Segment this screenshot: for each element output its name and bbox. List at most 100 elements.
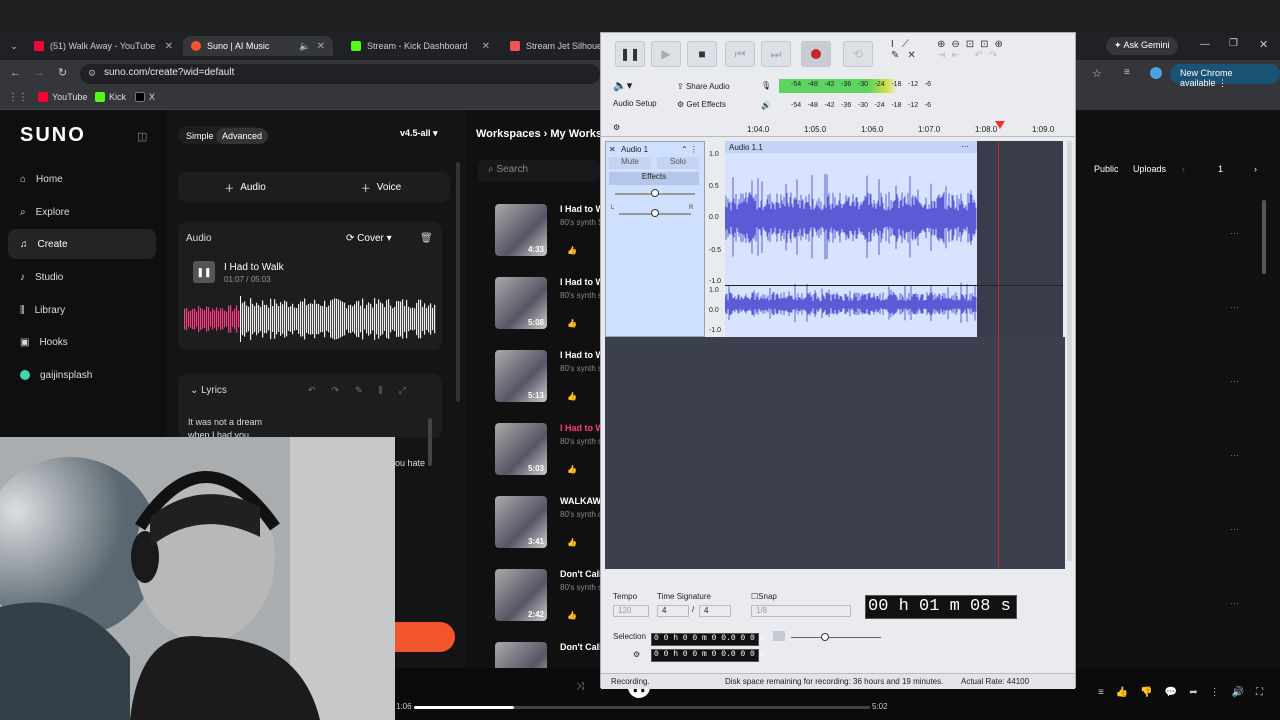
shuffle-icon[interactable]: ⤨ (576, 681, 584, 692)
pan-slider[interactable] (619, 209, 691, 217)
close-icon[interactable]: ✕ (482, 41, 490, 52)
song-title[interactable]: WALKAW (560, 496, 600, 506)
tab-youtube[interactable]: (51) Walk Away - YouTube ✕ (26, 36, 181, 56)
track-close-icon[interactable]: ✕ (609, 145, 616, 154)
address-bar[interactable]: suno.com/create?wid=default (80, 64, 600, 84)
create-scrollbar[interactable] (456, 162, 460, 402)
song-cover[interactable]: 2:42 (495, 569, 547, 621)
reading-list-icon[interactable]: ≡ (1124, 67, 1130, 78)
progress-track[interactable] (414, 706, 870, 709)
play-speed-slider[interactable] (791, 633, 881, 641)
speaker-icon[interactable]: 🔈 (299, 41, 310, 52)
get-effects-button[interactable]: ⚙ Get Effects (677, 100, 726, 109)
time-display[interactable]: 00 h 01 m 08 s (865, 595, 1017, 619)
snap-select[interactable]: 1/8 (751, 605, 851, 617)
track-name[interactable]: Audio 1 (621, 145, 648, 154)
tab-kick[interactable]: Stream - Kick Dashboard ✕ (343, 36, 498, 56)
page-number[interactable]: 1 (1218, 164, 1223, 174)
selection-settings-icon[interactable]: ⚙ (633, 650, 640, 659)
play-button[interactable]: ▶ (651, 41, 681, 67)
skip-end-button[interactable]: ⏭ (761, 41, 791, 67)
create-button[interactable] (395, 622, 455, 652)
prev-page-icon[interactable]: ‹ (1182, 164, 1185, 174)
like-icon[interactable]: 👍 (567, 319, 577, 328)
share-audio-button[interactable]: ⇪ Share Audio (677, 82, 730, 91)
mute-button[interactable]: Mute (609, 157, 651, 169)
model-select[interactable]: v4.5-all ▾ (400, 128, 438, 139)
close-window-icon[interactable]: ✕ (1259, 38, 1268, 51)
apps-icon[interactable]: ⋮⋮ (8, 92, 28, 103)
ask-gemini-button[interactable]: ✦ Ask Gemini (1106, 37, 1178, 55)
nav-explore[interactable]: ⌕ Explore (8, 197, 156, 227)
audio-waveform[interactable] (184, 296, 436, 342)
song-title[interactable]: Don't Call (560, 569, 600, 579)
mode-advanced[interactable]: Advanced (216, 128, 269, 144)
forward-icon[interactable]: → (34, 67, 45, 79)
bookmark-youtube[interactable]: YouTube (38, 92, 87, 102)
profile-avatar[interactable] (1150, 67, 1162, 79)
lyrics-header[interactable]: ⌄ Lyrics (190, 385, 227, 396)
site-info-icon[interactable]: ⚙ (88, 68, 96, 79)
like-icon[interactable]: 👍 (567, 392, 577, 401)
ts-numerator[interactable]: 4 (657, 605, 689, 617)
track-canvas[interactable] (605, 337, 1065, 569)
lyrics-line[interactable]: It was not a dream (188, 417, 262, 427)
nav-hooks[interactable]: ▣ Hooks (8, 327, 156, 357)
selection-end[interactable]: 0 0 h 0 0 m 0 0.0 0 0 s (651, 649, 764, 662)
song-title[interactable]: I Had to W (560, 277, 600, 287)
gain-slider[interactable] (615, 189, 695, 197)
waveform[interactable] (725, 153, 977, 337)
maximize-icon[interactable]: ❐ (1229, 38, 1238, 49)
reload-icon[interactable]: ↻ (58, 66, 67, 79)
add-audio-button[interactable]: ＋ Audio (180, 180, 310, 195)
nav-create[interactable]: ♫ Create (8, 229, 156, 259)
list-item[interactable]: 5:03 I Had to W 80's synth s 👍 (495, 423, 600, 491)
pause-button[interactable]: ❚❚ (615, 41, 645, 67)
like-icon[interactable]: 👍 (567, 465, 577, 474)
clip-name[interactable]: Audio 1.1 (729, 143, 763, 152)
audio-setup-button[interactable]: Audio Setup (613, 99, 657, 108)
track-collapse-icon[interactable]: ⌃ ⋮ (681, 145, 698, 154)
stop-button[interactable]: ■ (687, 41, 717, 67)
bookmark-x[interactable]: X (135, 92, 155, 102)
close-icon[interactable]: ✕ (165, 41, 173, 52)
filter-uploads[interactable]: Uploads (1133, 164, 1166, 174)
filter-public[interactable]: Public (1094, 164, 1119, 174)
list-item[interactable]: 5:13 I Had to W 80's synth s 👍 (495, 350, 600, 418)
nav-profile[interactable]: gaijinsplash (8, 360, 156, 390)
tempo-input[interactable]: 120 (613, 605, 649, 617)
like-icon[interactable]: 👍 (567, 538, 577, 547)
song-title[interactable]: I Had to W (560, 423, 600, 433)
record-meter-icon[interactable]: 🎙 (761, 81, 771, 90)
player-actions[interactable]: ≡👍👎💬➦⋮🔊⛶ (1098, 687, 1275, 698)
like-icon[interactable]: 👍 (567, 611, 577, 620)
back-icon[interactable]: ← (10, 67, 21, 79)
play-meter-icon[interactable]: 🔊 (761, 101, 771, 110)
cover-button[interactable]: ⟳ Cover ▾ (346, 233, 392, 244)
song-title[interactable]: I Had to W (560, 350, 600, 360)
effects-button[interactable]: Effects (609, 172, 699, 185)
selection-start[interactable]: 0 0 h 0 0 m 0 0.0 0 0 s (651, 633, 764, 646)
nav-studio[interactable]: ♪ Studio (8, 262, 156, 292)
list-item[interactable]: 3:41 WALKAW 80's synth c 👍 (495, 496, 600, 564)
close-icon[interactable]: ✕ (317, 41, 325, 52)
ts-denominator[interactable]: 4 (699, 605, 731, 617)
collapse-sidebar-icon[interactable]: ◫ (137, 130, 147, 143)
audio-setup-icon[interactable]: 🔈▾ (613, 79, 632, 92)
zoom-toolbar[interactable]: ⊕⊖⊡⊡⊕ ⇥⇤ ↶↷ (937, 39, 1009, 61)
song-title[interactable]: Don't Call (560, 642, 600, 652)
playhead-marker[interactable] (995, 121, 1005, 129)
more-options-icon[interactable]: ⋯ (1230, 302, 1239, 313)
lyrics-tools[interactable]: ↶↷✎⫼⤢ (308, 385, 422, 396)
add-voice-button[interactable]: ＋ Voice (316, 180, 446, 195)
play-at-speed-button[interactable] (773, 631, 785, 641)
list-item[interactable]: 2:42 Don't Call 80's synth s 👍 (495, 569, 600, 637)
song-cover[interactable]: 5:03 (495, 423, 547, 475)
tab-list-icon[interactable]: ⌄ (6, 38, 22, 54)
list-scrollbar[interactable] (1262, 200, 1266, 274)
song-cover[interactable]: 3:41 (495, 496, 547, 548)
song-cover[interactable]: 5:13 (495, 350, 547, 402)
song-cover[interactable]: 4:33 (495, 204, 547, 256)
trash-icon[interactable]: 🗑 (420, 233, 433, 244)
star-icon[interactable]: ☆ (1092, 67, 1102, 80)
